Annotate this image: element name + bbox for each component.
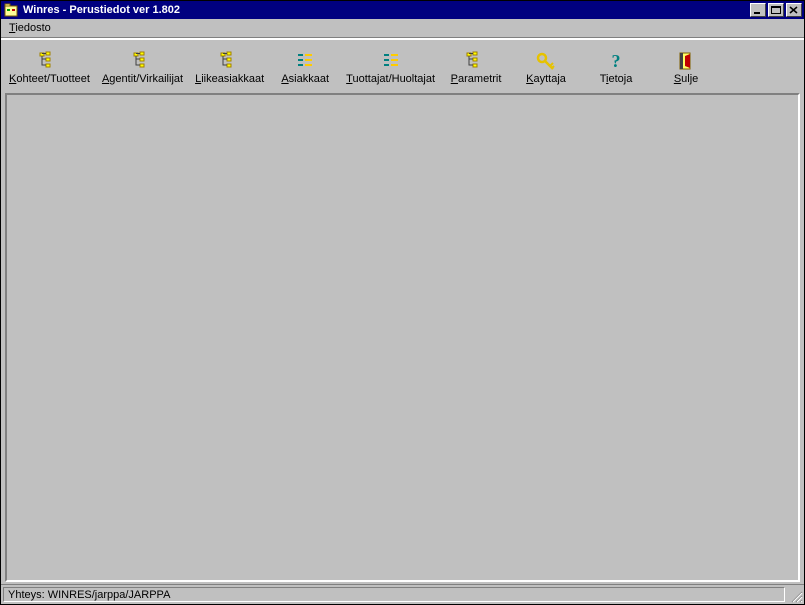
tree-icon <box>39 51 59 71</box>
svg-text:?: ? <box>612 51 621 71</box>
toolbar-sulje-button[interactable]: Sulje <box>651 42 721 91</box>
window-controls <box>748 3 802 17</box>
workspace <box>7 95 798 580</box>
toolbar-sulje-label: Sulje <box>674 73 698 85</box>
toolbar: Kohteet/Tuotteet Agentit/Virkailijat Liike… <box>1 39 804 91</box>
toolbar-kayttaja-label: Kayttaja <box>526 73 566 85</box>
tree-icon <box>133 51 153 71</box>
toolbar-tietoja-button[interactable]: ? Tietoja <box>581 42 651 91</box>
toolbar-tietoja-label: Tietoja <box>600 73 633 85</box>
status-text: Yhteys: WINRES/jarppa/JARPPA <box>3 587 785 602</box>
titlebar: Winres - Perustiedot ver 1.802 <box>1 1 804 19</box>
toolbar-asiakkaat-label: Asiakkaat <box>281 73 329 85</box>
statusbar: Yhteys: WINRES/jarppa/JARPPA <box>1 584 804 604</box>
window-title: Winres - Perustiedot ver 1.802 <box>23 4 748 16</box>
toolbar-agentit-label: Agentit/Virkailijat <box>102 73 183 85</box>
tree-icon <box>466 51 486 71</box>
exit-icon <box>676 51 696 71</box>
maximize-button[interactable] <box>768 3 784 17</box>
tree-icon <box>220 51 240 71</box>
toolbar-agentit-button[interactable]: Agentit/Virkailijat <box>96 42 189 91</box>
client-area <box>5 93 800 582</box>
resize-grip[interactable] <box>787 587 803 603</box>
list-icon <box>381 51 401 71</box>
menubar: Tiedosto <box>1 19 804 37</box>
toolbar-tuottajat-button[interactable]: Tuottajat/Huoltajat <box>340 42 441 91</box>
close-button[interactable] <box>786 3 802 17</box>
key-icon <box>536 51 556 71</box>
toolbar-parametrit-button[interactable]: Parametrit <box>441 42 511 91</box>
app-icon <box>3 2 19 18</box>
menu-file[interactable]: Tiedosto <box>3 21 57 35</box>
toolbar-tuottajat-label: Tuottajat/Huoltajat <box>346 73 435 85</box>
window: Winres - Perustiedot ver 1.802 Tiedosto … <box>0 0 805 605</box>
toolbar-liike-button[interactable]: Liikeasiakkaat <box>189 42 270 91</box>
toolbar-parametrit-label: Parametrit <box>451 73 502 85</box>
list-icon <box>295 51 315 71</box>
minimize-button[interactable] <box>750 3 766 17</box>
toolbar-asiakkaat-button[interactable]: Asiakkaat <box>270 42 340 91</box>
toolbar-liike-label: Liikeasiakkaat <box>195 73 264 85</box>
toolbar-kohteet-label: Kohteet/Tuotteet <box>9 73 90 85</box>
help-icon: ? <box>606 51 626 71</box>
toolbar-kohteet-button[interactable]: Kohteet/Tuotteet <box>3 42 96 91</box>
toolbar-kayttaja-button[interactable]: Kayttaja <box>511 42 581 91</box>
